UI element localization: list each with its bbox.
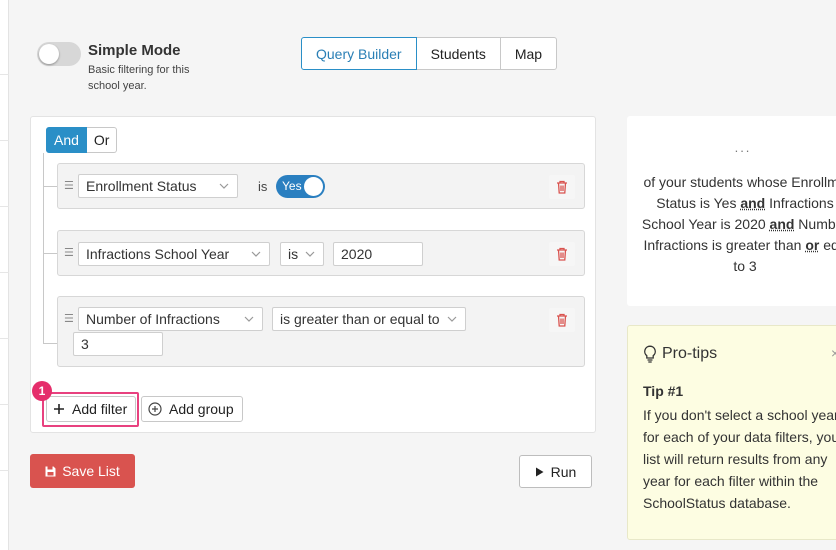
- query-summary-panel: ... of your students whose Enrollme Stat…: [627, 116, 836, 306]
- toggle-knob: [39, 44, 59, 64]
- play-icon: [535, 467, 544, 476]
- summary-fragment: of your students whose Enrollme: [643, 174, 836, 190]
- delete-rule-button[interactable]: [549, 175, 575, 199]
- pro-tips-panel: Pro-tips × Tip #1 If you don't select a …: [627, 325, 836, 540]
- trash-icon: [557, 313, 567, 327]
- value-input[interactable]: 3: [73, 332, 163, 356]
- filter-rule-number-of-infractions: ☰ Number of Infractions is greater than …: [57, 296, 585, 367]
- view-tabs: Query Builder Students Map: [301, 37, 558, 70]
- plus-circle-icon: [148, 402, 162, 416]
- summary-text: of your students whose Enrollme Status i…: [627, 172, 836, 277]
- drag-handle-icon[interactable]: ☰: [64, 179, 74, 192]
- summary-conjunction: and: [740, 195, 766, 211]
- drag-handle-icon[interactable]: ☰: [64, 312, 74, 325]
- drag-handle-icon[interactable]: ☰: [64, 246, 74, 259]
- save-list-label: Save List: [62, 463, 120, 479]
- field-select[interactable]: Enrollment Status: [78, 174, 238, 198]
- tip-line: If you don't select a school year: [643, 407, 836, 423]
- summary-fragment: Number: [798, 216, 836, 232]
- operator-select-value: is: [288, 246, 299, 262]
- operator-select[interactable]: is: [280, 242, 324, 266]
- simple-mode-description: Basic filtering for this school year.: [88, 64, 190, 92]
- sidebar-divider: [0, 404, 9, 405]
- summary-line: of your students whose Enrollme: [627, 172, 836, 193]
- group-tree-branch: [43, 253, 57, 254]
- close-icon[interactable]: ×: [831, 345, 836, 361]
- summary-fragment: Status is Yes: [656, 195, 741, 211]
- summary-conjunction: and: [769, 216, 795, 232]
- simple-mode-toggle[interactable]: [37, 42, 81, 66]
- delete-rule-button[interactable]: [549, 308, 575, 332]
- sidebar-divider: [0, 470, 9, 471]
- chevron-down-icon: [251, 251, 261, 257]
- chevron-down-icon: [305, 251, 315, 257]
- summary-fragment: Infractions is greater than: [643, 237, 806, 253]
- summary-line: to 3: [627, 256, 836, 277]
- field-select[interactable]: Number of Infractions: [78, 307, 263, 331]
- tab-map[interactable]: Map: [499, 37, 558, 70]
- summary-ellipsis: ...: [734, 140, 752, 155]
- tab-query-builder[interactable]: Query Builder: [301, 37, 417, 70]
- chevron-down-icon: [447, 316, 457, 322]
- summary-line: School Year is 2020 and Number: [627, 214, 836, 235]
- tip-line: for each of your data filters, you: [643, 429, 836, 445]
- run-label: Run: [550, 463, 577, 480]
- filter-rule-infractions-school-year: ☰ Infractions School Year is 2020: [57, 230, 585, 276]
- sidebar-divider: [0, 206, 9, 207]
- group-tree-branch: [43, 343, 57, 344]
- group-tree-line: [43, 153, 44, 344]
- operator-select[interactable]: is greater than or equal to: [272, 307, 466, 331]
- summary-conjunction: or: [805, 237, 820, 253]
- query-builder-panel: And Or ☰ Enrollment Status is Yes ☰ Infr…: [30, 116, 596, 433]
- summary-fragment: equ: [823, 237, 836, 253]
- field-select-value: Infractions School Year: [86, 246, 230, 262]
- save-list-button[interactable]: Save List: [30, 454, 135, 488]
- field-select-value: Enrollment Status: [86, 178, 197, 194]
- run-button[interactable]: Run: [519, 455, 592, 488]
- and-or-switch: And Or: [46, 127, 118, 153]
- operator-select-value: is greater than or equal to: [280, 311, 440, 327]
- tip-line: year for each filter within the: [643, 473, 819, 489]
- and-button[interactable]: And: [46, 127, 87, 153]
- summary-fragment: School Year is 2020: [641, 216, 770, 232]
- field-select-value: Number of Infractions: [86, 311, 220, 327]
- summary-line: Status is Yes and Infractions: [627, 193, 836, 214]
- filter-rule-enrollment-status: ☰ Enrollment Status is Yes: [57, 163, 585, 209]
- sidebar-divider: [0, 272, 9, 273]
- sidebar-divider: [0, 140, 9, 141]
- tip-body: If you don't select a school year for ea…: [643, 404, 836, 514]
- sidebar-divider: [0, 338, 9, 339]
- or-button[interactable]: Or: [86, 127, 118, 153]
- tab-students[interactable]: Students: [415, 37, 501, 70]
- trash-icon: [557, 180, 567, 194]
- simple-mode-title: Simple Mode: [88, 42, 181, 59]
- enrollment-yes-toggle[interactable]: Yes: [276, 175, 325, 198]
- tip-line: list will return results from any: [643, 451, 828, 467]
- chevron-down-icon: [219, 183, 229, 189]
- tip-line: SchoolStatus database.: [643, 495, 791, 511]
- lightbulb-icon: [644, 345, 656, 363]
- add-group-button[interactable]: Add group: [141, 396, 243, 422]
- delete-rule-button[interactable]: [549, 242, 575, 266]
- value-input[interactable]: 2020: [333, 242, 423, 266]
- save-icon: [45, 466, 56, 476]
- tip-label: Tip #1: [643, 383, 684, 399]
- chevron-down-icon: [244, 316, 254, 322]
- sidebar-divider: [0, 74, 9, 75]
- pro-tips-title: Pro-tips: [662, 345, 718, 362]
- toggle-knob: [304, 177, 323, 196]
- toggle-yes-label: Yes: [282, 179, 302, 193]
- summary-fragment: to 3: [733, 258, 757, 274]
- group-tree-branch: [43, 186, 57, 187]
- trash-icon: [557, 247, 567, 261]
- add-filter-highlight: [42, 392, 139, 427]
- add-group-label: Add group: [169, 401, 234, 417]
- step-badge: 1: [32, 381, 52, 401]
- left-sidebar-strip: [0, 0, 9, 550]
- field-select[interactable]: Infractions School Year: [78, 242, 270, 266]
- summary-fragment: Infractions: [765, 195, 834, 211]
- summary-line: Infractions is greater than or equ: [627, 235, 836, 256]
- operator-label: is: [258, 179, 268, 194]
